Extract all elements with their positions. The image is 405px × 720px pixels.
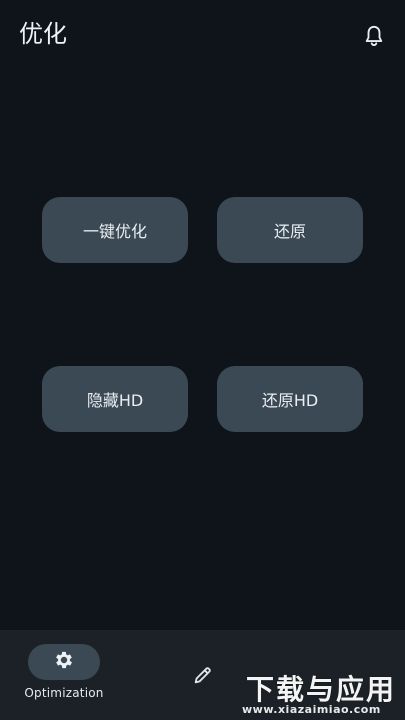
- nav-item-optimization[interactable]: [28, 644, 100, 680]
- pencil-icon[interactable]: [190, 662, 216, 688]
- bottom-navigation: Optimization 下载与应用 www.xiazaimiao.com: [0, 630, 405, 720]
- page-title: 优化: [19, 20, 67, 48]
- bell-icon[interactable]: [360, 22, 388, 50]
- watermark-url: www.xiazaimiao.com: [242, 703, 381, 716]
- watermark: 下载与应用 www.xiazaimiao.com: [240, 668, 400, 718]
- watermark-main-text: 下载与应用: [246, 673, 397, 706]
- hide-hd-button[interactable]: 隐藏HD: [42, 366, 188, 432]
- gear-icon: [53, 649, 75, 675]
- restore-hd-button[interactable]: 还原HD: [217, 366, 363, 432]
- one-click-optimize-button[interactable]: 一键优化: [42, 197, 188, 263]
- restore-button[interactable]: 还原: [217, 197, 363, 263]
- top-app-bar: 优化: [0, 0, 405, 70]
- nav-label-optimization[interactable]: Optimization: [0, 686, 128, 700]
